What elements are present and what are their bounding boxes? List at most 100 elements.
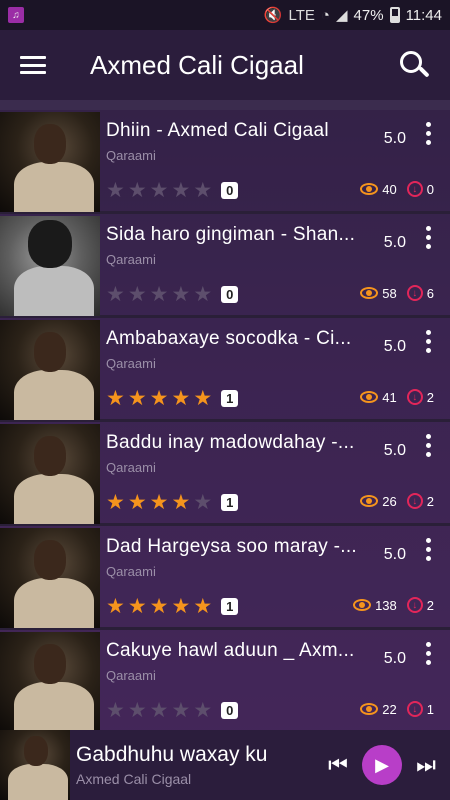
star-icon[interactable]: ★ [193, 388, 212, 409]
star-icon[interactable]: ★ [193, 284, 212, 305]
star-icon[interactable]: ★ [150, 492, 169, 513]
star-rating[interactable]: ★ ★ ★ ★ ★ 1 [106, 388, 239, 409]
song-category: Qaraami [106, 668, 156, 683]
star-icon[interactable]: ★ [128, 180, 147, 201]
song-thumbnail [0, 632, 100, 732]
download-count: 1 [426, 701, 434, 717]
song-title: Sida haro gingiman - Shan... [106, 224, 356, 245]
song-category: Qaraami [106, 460, 156, 475]
download-icon: ↓ [406, 389, 423, 405]
app-notification-icon: ♫ [8, 7, 24, 23]
song-list-item[interactable]: Cakuye hawl aduun _ Axm... Qaraami 5.0 ★… [0, 630, 450, 734]
download-icon: ↓ [406, 597, 423, 613]
song-category: Qaraami [106, 252, 156, 267]
song-list-item[interactable]: Sida haro gingiman - Shan... Qaraami 5.0… [0, 214, 450, 318]
mini-player[interactable]: Gabdhuhu waxay ku Axmed Cali Cigaal ⏮ ▶ … [0, 730, 450, 800]
song-title: Dad Hargeysa soo maray -... [106, 536, 357, 557]
vote-count-badge: 0 [221, 286, 239, 303]
signal-icon: ◢ [335, 7, 348, 24]
download-icon: ↓ [406, 493, 423, 509]
download-count: 2 [426, 597, 434, 613]
star-icon[interactable]: ★ [150, 700, 169, 721]
song-category: Qaraami [106, 564, 156, 579]
star-icon[interactable]: ★ [128, 700, 147, 721]
song-category: Qaraami [106, 356, 156, 371]
song-rating: 5.0 [383, 338, 406, 355]
song-list-item[interactable]: Dad Hargeysa soo maray -... Qaraami 5.0 … [0, 526, 450, 630]
player-artist: Axmed Cali Cigaal [76, 771, 192, 787]
search-icon[interactable] [398, 49, 430, 81]
vote-count-badge: 0 [221, 702, 239, 719]
vote-count-badge: 1 [221, 494, 239, 511]
more-options-icon[interactable] [426, 434, 432, 457]
star-icon[interactable]: ★ [106, 492, 125, 513]
more-options-icon[interactable] [426, 538, 432, 561]
star-icon[interactable]: ★ [171, 388, 190, 409]
star-icon[interactable]: ★ [106, 388, 125, 409]
download-count: 6 [426, 285, 434, 301]
song-thumbnail [0, 216, 100, 316]
star-icon[interactable]: ★ [106, 180, 125, 201]
star-icon[interactable]: ★ [150, 284, 169, 305]
star-icon[interactable]: ★ [128, 492, 147, 513]
status-bar: ♫ 🔇 LTE ◔ ◢ 47% 11:44 [0, 0, 450, 30]
app-bar: Axmed Cali Cigaal [0, 30, 450, 100]
star-icon[interactable]: ★ [128, 596, 147, 617]
song-thumbnail [0, 424, 100, 524]
view-count: 138 [375, 597, 397, 613]
download-count: 2 [426, 389, 434, 405]
eye-icon [360, 495, 379, 507]
eye-icon [360, 391, 379, 403]
song-list-item[interactable]: Dhiin - Axmed Cali Cigaal Qaraami 5.0 ★ ★… [0, 110, 450, 214]
star-icon[interactable]: ★ [150, 596, 169, 617]
hamburger-menu-icon[interactable] [20, 56, 46, 74]
star-icon[interactable]: ★ [193, 596, 212, 617]
star-icon[interactable]: ★ [106, 700, 125, 721]
vote-count-badge: 0 [221, 182, 239, 199]
battery-icon [389, 7, 400, 23]
song-rating: 5.0 [383, 130, 406, 147]
star-icon[interactable]: ★ [193, 700, 212, 721]
song-thumbnail [0, 528, 100, 628]
download-icon: ↓ [406, 701, 423, 717]
more-options-icon[interactable] [426, 122, 432, 145]
play-button[interactable]: ▶ [362, 745, 402, 785]
star-icon[interactable]: ★ [171, 492, 190, 513]
star-icon[interactable]: ★ [150, 180, 169, 201]
song-title: Cakuye hawl aduun _ Axm... [106, 640, 355, 661]
star-icon[interactable]: ★ [106, 284, 125, 305]
vote-count-badge: 1 [221, 390, 239, 407]
star-icon[interactable]: ★ [171, 180, 190, 201]
star-icon[interactable]: ★ [150, 388, 169, 409]
song-list-item[interactable]: Ambabaxaye socodka - Ci... Qaraami 5.0 ★… [0, 318, 450, 422]
star-icon[interactable]: ★ [193, 492, 212, 513]
star-icon[interactable]: ★ [128, 284, 147, 305]
star-rating[interactable]: ★ ★ ★ ★ ★ 1 [106, 492, 239, 513]
view-count: 40 [382, 181, 397, 197]
battery-percent: 47% [353, 6, 384, 24]
star-rating[interactable]: ★ ★ ★ ★ ★ 0 [106, 284, 239, 305]
view-count: 26 [382, 493, 397, 509]
star-icon[interactable]: ★ [171, 284, 190, 305]
star-rating[interactable]: ★ ★ ★ ★ ★ 1 [106, 596, 239, 617]
song-rating: 5.0 [383, 234, 406, 251]
star-icon[interactable]: ★ [106, 596, 125, 617]
star-rating[interactable]: ★ ★ ★ ★ ★ 0 [106, 180, 239, 201]
skip-next-icon[interactable]: ⏭ [412, 752, 440, 778]
star-icon[interactable]: ★ [128, 388, 147, 409]
more-options-icon[interactable] [426, 226, 432, 249]
song-title: Dhiin - Axmed Cali Cigaal [106, 120, 329, 141]
download-count: 0 [426, 181, 434, 197]
song-list-item[interactable]: Baddu inay madowdahay -... Qaraami 5.0 ★… [0, 422, 450, 526]
song-rating: 5.0 [383, 442, 406, 459]
star-icon[interactable]: ★ [171, 596, 190, 617]
skip-previous-icon[interactable]: ⏮ [324, 752, 352, 778]
eye-icon [360, 703, 379, 715]
eye-icon [353, 599, 372, 611]
star-icon[interactable]: ★ [193, 180, 212, 201]
song-title: Ambabaxaye socodka - Ci... [106, 328, 352, 349]
star-icon[interactable]: ★ [171, 700, 190, 721]
more-options-icon[interactable] [426, 330, 432, 353]
star-rating[interactable]: ★ ★ ★ ★ ★ 0 [106, 700, 239, 721]
more-options-icon[interactable] [426, 642, 432, 665]
